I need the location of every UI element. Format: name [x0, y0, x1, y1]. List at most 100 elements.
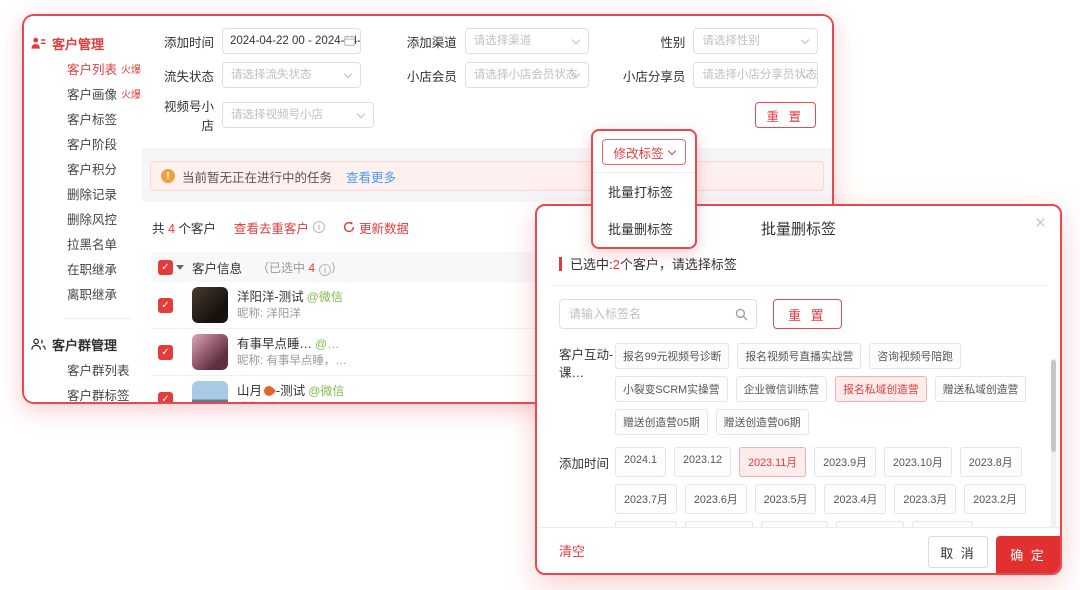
tag-option[interactable]: 报名私域创造营: [835, 376, 927, 402]
sidebar-item[interactable]: 客户群列表: [67, 357, 142, 382]
video-shop-select[interactable]: 请选择视频号小店: [222, 102, 374, 128]
dropdown-menu-item[interactable]: 批量删标签: [593, 210, 695, 247]
modify-tag-dropdown: 修改标签 批量打标签批量删标签: [591, 129, 697, 249]
wechat-badge: @…: [315, 336, 339, 353]
clear-link[interactable]: 清空: [559, 541, 585, 560]
select-placeholder: 请选择小店分享员状态: [702, 69, 817, 81]
tag-option[interactable]: 2023.2月: [964, 484, 1026, 514]
modal-body: 已选中:2个客户，请选择标签 重 置 客户互动-课… 报名99元视频号诊断报名视…: [537, 240, 1060, 527]
churn-status-select[interactable]: 请选择流失状态: [222, 62, 361, 88]
sidebar-item[interactable]: 客户阶段: [67, 131, 142, 156]
sidebar-item-label: 删除风控: [67, 209, 117, 228]
scrollbar-thumb[interactable]: [1051, 360, 1056, 452]
tag-option[interactable]: 小裂变SCRM实操营: [615, 376, 728, 402]
modify-tag-button[interactable]: 修改标签: [602, 139, 686, 165]
sidebar-item-label: 离职继承: [67, 284, 117, 303]
row-checkbox[interactable]: ✓: [158, 345, 173, 360]
cancel-button[interactable]: 取 消: [928, 536, 988, 568]
tag-option[interactable]: 2023.8月: [960, 447, 1022, 477]
sidebar-item[interactable]: 在职继承: [67, 256, 142, 281]
tag-option[interactable]: 企业微信训练营: [736, 376, 828, 402]
gender-select[interactable]: 请选择性别: [693, 28, 818, 54]
chevron-down-icon: [344, 70, 352, 78]
tag-option[interactable]: 赠送创造营05期: [615, 409, 708, 435]
hot-badge: 火爆: [121, 61, 141, 76]
dropdown-menu-item[interactable]: 批量打标签: [593, 173, 695, 210]
tag-option[interactable]: 2023.7月: [615, 484, 677, 514]
total-count-text: 共 4 个客户: [152, 218, 216, 237]
sidebar-item[interactable]: 拉黑名单: [67, 231, 142, 256]
sidebar-item-label: 客户群标签: [67, 385, 130, 404]
batch-delete-tag-modal: 批量删标签 × 已选中:2个客户，请选择标签 重 置 客户互动: [535, 204, 1062, 575]
sidebar-item[interactable]: 删除记录: [67, 181, 142, 206]
filter-label-churn: 流失状态: [152, 66, 214, 85]
customer-name: 山月: [237, 383, 262, 400]
add-channel-select[interactable]: 请选择渠道: [465, 28, 590, 54]
users-icon: [31, 36, 46, 50]
dedup-link[interactable]: 查看去重客户: [234, 218, 309, 237]
tag-option[interactable]: 赠送私域创造营: [935, 376, 1027, 402]
row-checkbox[interactable]: ✓: [158, 298, 173, 313]
confirm-button[interactable]: 确 定: [996, 536, 1060, 573]
sidebar-item[interactable]: 客户列表 火爆: [67, 56, 142, 81]
tag-option[interactable]: 2023.5月: [755, 484, 817, 514]
notice-text: 当前暂无正在进行中的任务: [182, 167, 332, 186]
tag-option[interactable]: 2023.3月: [894, 484, 956, 514]
sidebar-item-label: 拉黑名单: [67, 234, 117, 253]
select-placeholder: 请选择性别: [702, 35, 760, 47]
sidebar-item[interactable]: 客户标签: [67, 106, 142, 131]
tag-list: 2024.1 2023.12 2023.11月 2023.9月 2023.10月 2023…: [615, 447, 1038, 527]
tag-list: 报名99元视频号诊断报名视频号直播实战营咨询视频号陪跑小裂变SCRM实操营企业微…: [615, 343, 1038, 435]
sidebar-item[interactable]: 离职继承: [67, 281, 142, 306]
row-checkbox[interactable]: ✓: [158, 392, 173, 405]
select-placeholder: 请选择渠道: [474, 35, 532, 47]
select-placeholder: 请选择小店会员状态: [474, 69, 578, 81]
selected-customer-count: 2: [613, 257, 620, 272]
sidebar-item[interactable]: 删除风控: [67, 206, 142, 231]
filter-label-video-shop: 视频号小店: [152, 96, 214, 134]
notice-row: ! 当前暂无正在进行中的任务 查看更多: [142, 148, 832, 202]
search-icon: [735, 308, 748, 321]
sidebar-section-group: 客户群管理: [24, 331, 142, 357]
tag-option[interactable]: 2023.12: [674, 447, 731, 477]
shop-sharer-select[interactable]: 请选择小店分享员状态: [693, 62, 818, 88]
tag-option[interactable]: 咨询视频号陪跑: [869, 343, 961, 369]
sidebar-menu-group: 客户群列表 客户群标签: [24, 357, 142, 404]
tag-group-course: 客户互动-课… 报名99元视频号诊断报名视频号直播实战营咨询视频号陪跑小裂变SC…: [559, 343, 1038, 435]
reset-filters-button[interactable]: 重 置: [755, 102, 816, 128]
customer-name: 洋阳洋-测试: [237, 289, 304, 306]
sidebar-item[interactable]: 客户群标签: [67, 382, 142, 404]
shop-member-select[interactable]: 请选择小店会员状态: [465, 62, 590, 88]
tag-option[interactable]: 报名99元视频号诊断: [615, 343, 729, 369]
sidebar-item-label: 客户阶段: [67, 134, 117, 153]
refresh-data-link[interactable]: 更新数据: [343, 218, 409, 237]
sidebar-item[interactable]: 客户积分: [67, 156, 142, 181]
sidebar: 客户管理 客户列表 火爆 客户画像 火爆 客户标签 客户阶段: [24, 16, 142, 402]
maple-leaf-emoji: [262, 384, 276, 398]
date-range-input[interactable]: 2024-04-22 00 - 2024-04-29 23: [222, 28, 361, 54]
tag-option[interactable]: 2024.1: [615, 447, 666, 477]
tag-option[interactable]: 赠送创造营06期: [716, 409, 809, 435]
tag-option[interactable]: 报名视频号直播实战营: [737, 343, 861, 369]
tag-option[interactable]: 2023.9月: [814, 447, 876, 477]
tag-option[interactable]: 2023.11月: [739, 447, 806, 477]
tag-group-add-time: 添加时间 2024.12023.122023.11月2023.9月2023.10…: [559, 447, 1038, 527]
wechat-badge: @微信: [307, 289, 343, 306]
caret-down-icon[interactable]: [176, 265, 184, 270]
close-icon[interactable]: ×: [1035, 214, 1046, 233]
select-placeholder: 请选择流失状态: [231, 69, 312, 81]
select-all-checkbox[interactable]: ✓: [158, 260, 173, 275]
tag-option[interactable]: 2023.4月: [824, 484, 886, 514]
sidebar-section-title: 客户管理: [52, 34, 104, 53]
sidebar-section-title: 客户群管理: [52, 335, 117, 354]
filter-label-shop-member: 小店会员: [377, 66, 457, 85]
sidebar-item-label: 在职继承: [67, 259, 117, 278]
sidebar-item[interactable]: 客户画像 火爆: [67, 81, 142, 106]
sidebar-menu-customer: 客户列表 火爆 客户画像 火爆 客户标签 客户阶段 客户积分: [24, 56, 142, 306]
tag-option[interactable]: 2023.6月: [685, 484, 747, 514]
tag-search-input[interactable]: [560, 300, 756, 328]
view-more-link[interactable]: 查看更多: [346, 167, 396, 186]
wechat-badge: @微信: [308, 383, 344, 400]
reset-tags-button[interactable]: 重 置: [773, 299, 842, 329]
tag-option[interactable]: 2023.10月: [884, 447, 952, 477]
